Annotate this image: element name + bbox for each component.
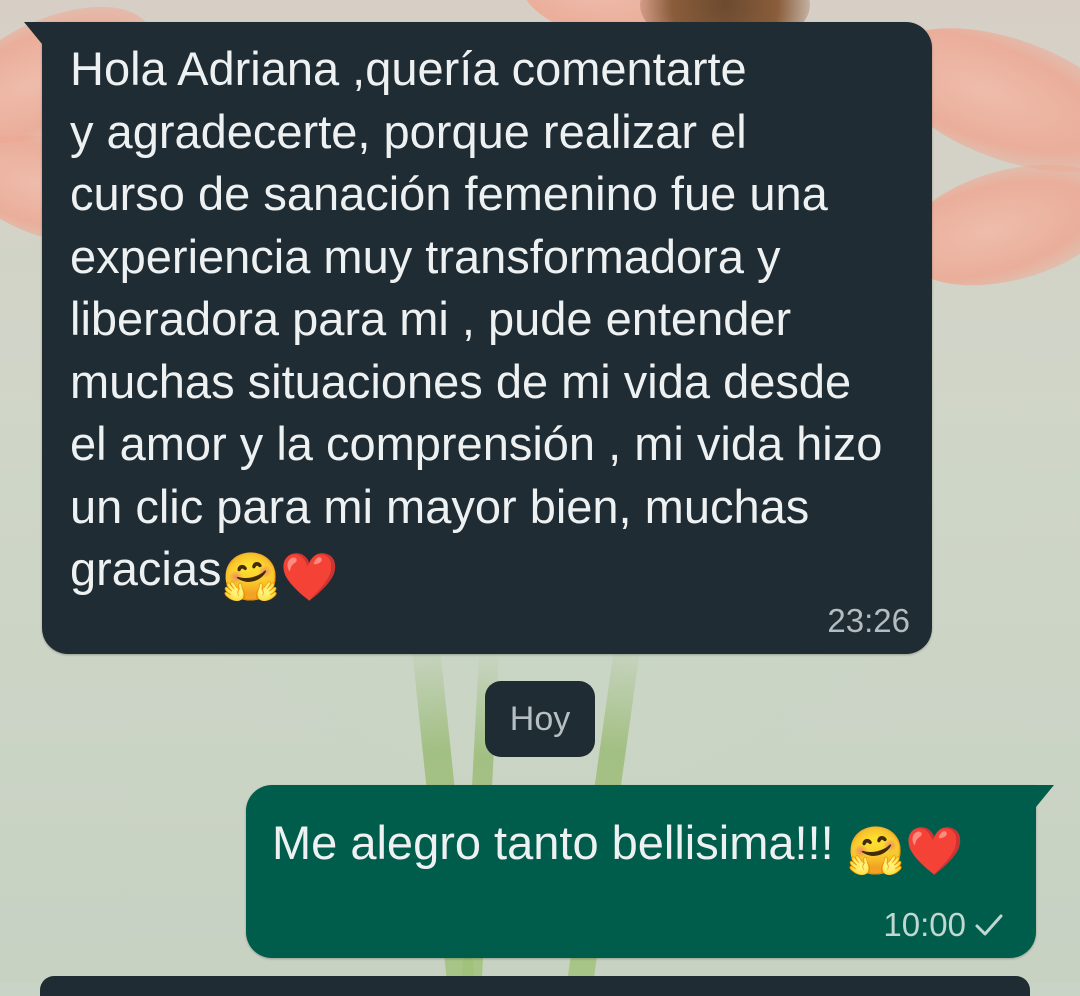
red-heart-emoji-icon: ❤️	[905, 824, 964, 877]
outgoing-message-text: Me alegro tanto bellisima!!! 🤗❤️	[272, 813, 964, 881]
incoming-message-time: 23:26	[827, 602, 910, 639]
date-divider: Hoy	[485, 681, 595, 757]
hugging-face-emoji-icon: 🤗	[221, 550, 281, 603]
outgoing-message-meta: 10:00	[883, 906, 1006, 944]
hugging-face-emoji-icon: 🤗	[846, 824, 906, 877]
outgoing-message-time: 10:00	[883, 906, 966, 943]
outgoing-bubble-tail	[1036, 785, 1054, 807]
incoming-message-text: Hola Adriana ,quería comentarte y agrade…	[70, 38, 900, 609]
incoming-bubble-tail	[24, 22, 42, 44]
incoming-message-body: Hola Adriana ,quería comentarte y agrade…	[70, 42, 883, 595]
date-divider-label: Hoy	[509, 699, 571, 738]
outgoing-message-body: Me alegro tanto bellisima!!!	[272, 816, 847, 869]
red-heart-emoji-icon: ❤️	[280, 550, 339, 603]
single-check-icon	[972, 910, 1006, 940]
incoming-message-bubble[interactable]: Hola Adriana ,quería comentarte y agrade…	[24, 22, 932, 654]
next-message-bubble-edge	[40, 976, 1030, 996]
outgoing-message-bubble[interactable]: Me alegro tanto bellisima!!! 🤗❤️ 10:00	[246, 785, 1054, 958]
